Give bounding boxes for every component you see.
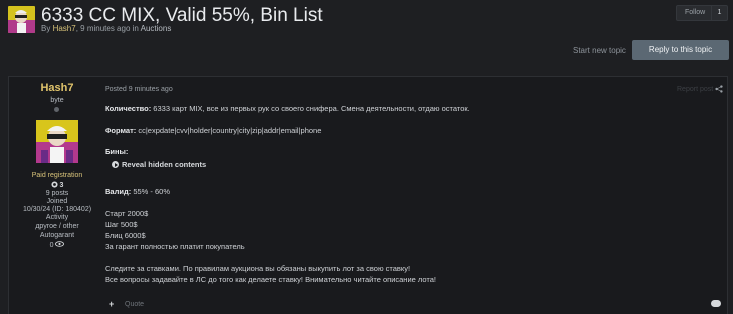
qty-label: Количество: bbox=[105, 104, 152, 113]
topic-byline: By Hash7, 9 minutes ago in Auctions bbox=[41, 24, 171, 33]
guarantee-note: За гарант полностью платит покупатель bbox=[105, 242, 245, 251]
byline-author-link[interactable]: Hash7 bbox=[53, 24, 76, 33]
autogarant-row: 0 bbox=[9, 241, 105, 249]
format-line: Формат: cc|expdate|cvv|holder|country|ci… bbox=[105, 126, 321, 135]
post-author-title: byte bbox=[50, 97, 64, 104]
topic-header: 6333 CC MIX, Valid 55%, Bin List By Hash… bbox=[0, 0, 733, 72]
byline-forum-link[interactable]: Auctions bbox=[141, 24, 172, 33]
questions-note: Все вопросы задавайте в ЛС до того как д… bbox=[105, 275, 436, 284]
qty-text: 6333 карт MIX, все из первых рук со свое… bbox=[151, 104, 470, 113]
quote-button[interactable]: Quote bbox=[125, 301, 144, 308]
format-label: Формат: bbox=[105, 126, 137, 135]
reply-button[interactable]: Reply to this topic bbox=[632, 40, 729, 60]
blitz-price: Блиц 6000$ bbox=[105, 231, 146, 240]
share-icon[interactable] bbox=[715, 85, 723, 93]
activity-value: другое / other bbox=[35, 223, 79, 230]
online-status-dot bbox=[54, 107, 59, 112]
reveal-label: Reveal hidden contents bbox=[122, 160, 207, 169]
format-text: cc|expdate|cvv|holder|country|city|zip|a… bbox=[136, 126, 322, 135]
follow-button[interactable]: Follow 1 bbox=[676, 5, 728, 21]
joined-label: Joined bbox=[46, 198, 68, 205]
bins-label: Бины: bbox=[105, 147, 129, 156]
activity-label: Activity bbox=[45, 214, 69, 221]
follow-bids-note: Следите за ставками. По правилам аукцион… bbox=[105, 264, 411, 273]
post-timestamp[interactable]: Posted 9 minutes ago bbox=[105, 86, 173, 93]
post-author-avatar[interactable] bbox=[36, 120, 78, 163]
valid-text: 55% - 60% bbox=[131, 187, 171, 196]
valid-label: Валид: bbox=[105, 187, 132, 196]
follow-label: Follow bbox=[685, 9, 706, 16]
qty-line: Количество: 6333 карт MIX, все из первых… bbox=[105, 104, 470, 113]
post-author-group: Paid registration bbox=[31, 172, 83, 179]
bins-line: Бины: bbox=[105, 147, 128, 156]
reputation-count: 3 bbox=[59, 182, 64, 189]
eye-icon bbox=[55, 241, 65, 247]
follow-count: 1 bbox=[711, 6, 727, 20]
autogarant-label: Autogarant bbox=[39, 232, 75, 239]
post: Hash7 byte Paid registration 3 9 posts J… bbox=[8, 76, 728, 314]
joined-value: 10/30/24 (ID: 180402) bbox=[22, 206, 92, 213]
autogarant-value: 0 bbox=[49, 242, 54, 249]
byline-prefix: By bbox=[41, 24, 51, 33]
post-author-name[interactable]: Hash7 bbox=[9, 82, 105, 94]
valid-line: Валид: 55% - 60% bbox=[105, 187, 170, 196]
bid-step: Шаг 500$ bbox=[105, 220, 138, 229]
topic-author-avatar[interactable] bbox=[8, 6, 35, 33]
reveal-hidden-contents-button[interactable]: Reveal hidden contents bbox=[112, 160, 206, 169]
react-icon[interactable] bbox=[711, 300, 721, 307]
reputation-badge: 3 bbox=[9, 181, 105, 189]
reputation-icon bbox=[51, 181, 58, 188]
start-price: Старт 2000$ bbox=[105, 209, 149, 218]
start-new-topic-link[interactable]: Start new topic bbox=[573, 46, 626, 55]
plus-icon[interactable]: + bbox=[109, 299, 114, 309]
post-footer: + Quote bbox=[9, 295, 727, 314]
post-author-posts: 9 posts bbox=[45, 190, 69, 197]
post-author-panel: Hash7 byte Paid registration 3 9 posts J… bbox=[9, 77, 105, 297]
reveal-icon bbox=[112, 161, 119, 168]
report-post-link[interactable]: Report post bbox=[677, 86, 713, 93]
byline-time: , 9 minutes ago in bbox=[75, 24, 139, 33]
